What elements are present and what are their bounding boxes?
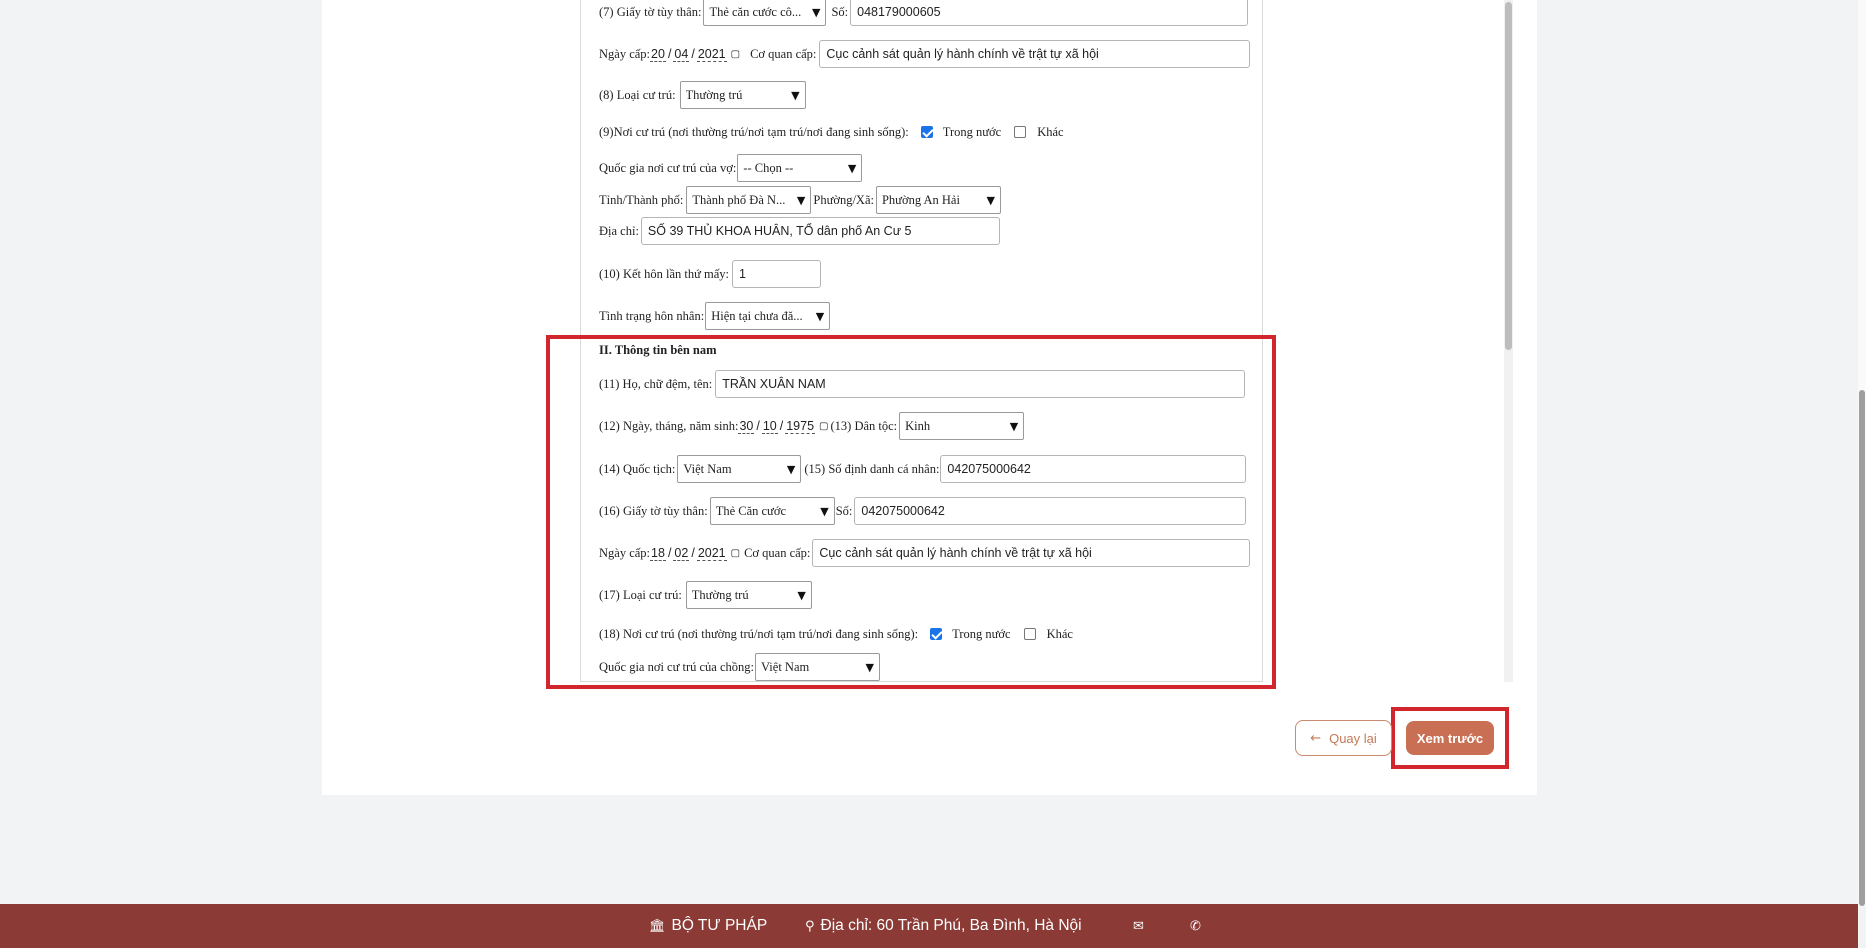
chevron-down-icon: ▼ [811, 6, 821, 19]
preview-button-label: Xem trước [1416, 730, 1484, 746]
wife-country-select[interactable]: -- Chọn -- ▼ [737, 154, 863, 182]
wife-ward-value: Phường An Hải [881, 192, 960, 207]
wife-other-checkbox[interactable] [1014, 126, 1027, 138]
wife-marital-status-value: Hiện tại chưa đă... [711, 308, 803, 323]
wife-id-no-input[interactable]: 048179000605 [850, 0, 1249, 26]
chevron-down-icon: ▼ [815, 310, 825, 323]
footer-address: ⚲ Địa chỉ: 60 Trần Phú, Ba Đình, Hà Nội [805, 904, 1082, 948]
wife-country-label: Quốc gia nơi cư trú của vợ: [599, 160, 737, 175]
back-button-label: Quay lại [1329, 730, 1377, 746]
wife-residence-type-label: (8) Loại cư trú: [599, 87, 676, 102]
wife-address-input[interactable]: SỐ 39 THỦ KHOA HUÂN, TỔ dân phố An Cư 5 [640, 217, 1000, 245]
wife-id-doc-row: (7) Giấy tờ tùy thân: Thẻ căn cước cô...… [599, 0, 1249, 26]
footer-phone[interactable]: ✆ [1190, 904, 1201, 948]
wife-address-label: Địa chỉ: [599, 223, 639, 238]
wife-id-no-label: Số: [831, 4, 849, 19]
chevron-down-icon: ▼ [847, 162, 857, 175]
arrow-left-icon: ← [1310, 730, 1322, 746]
wife-ward-label: Phường/Xã: [813, 192, 874, 207]
wife-marital-status-row: Tình trạng hôn nhân: Hiện tại chưa đă...… [599, 302, 831, 330]
date-year: 2021 [696, 46, 727, 62]
wife-id-doc-select[interactable]: Thẻ căn cước cô... ▼ [703, 0, 827, 26]
footer-mail[interactable]: ✉ [1133, 904, 1144, 948]
footer-address-text: Địa chỉ: 60 Trần Phú, Ba Đình, Hà Nội [820, 917, 1082, 934]
wife-authority-label: Cơ quan cấp: [750, 46, 817, 61]
wife-marriage-no-label: (10) Kết hôn lần thứ mấy: [599, 266, 730, 281]
phone-icon[interactable]: ✆ [1190, 919, 1201, 934]
footer-org: 🏛 BỘ TƯ PHÁP [649, 904, 767, 948]
wife-province-select[interactable]: Thành phố Đà N... ▼ [686, 186, 812, 214]
form-scrollbar[interactable] [1504, 0, 1513, 682]
wife-residence-type-value: Thường trú [685, 87, 743, 102]
wife-residence-type-select[interactable]: Thường trú ▼ [679, 81, 806, 109]
calendar-icon[interactable]: ▢ [731, 49, 740, 60]
chevron-down-icon: ▼ [796, 194, 806, 207]
wife-other-label: Khác [1037, 124, 1064, 139]
wife-province-row: Tỉnh/Thành phố: Thành phố Đà N... ▼ Phườ… [599, 186, 1001, 214]
wife-marriage-no-row: (10) Kết hôn lần thứ mấy: 1 [599, 260, 822, 288]
preview-button[interactable]: Xem trước [1406, 721, 1494, 755]
mail-icon[interactable]: ✉ [1133, 919, 1144, 934]
wife-country-value: -- Chọn -- [743, 160, 794, 175]
chevron-down-icon: ▼ [791, 89, 800, 102]
footer: 🏛 BỘ TƯ PHÁP ⚲ Địa chỉ: 60 Trần Phú, Ba … [0, 904, 1858, 948]
wife-id-doc-label: (7) Giấy tờ tùy thân: [599, 4, 702, 19]
wife-marital-status-select[interactable]: Hiện tại chưa đă... ▼ [705, 302, 831, 330]
wife-residence-place-label: (9)Nơi cư trú (nơi thường trú/nơi tạm tr… [599, 124, 909, 139]
footer-org-name: BỘ TƯ PHÁP [671, 917, 768, 934]
wife-authority-input[interactable]: Cục cảnh sát quản lý hành chính về trật … [819, 40, 1251, 68]
date-month: 04 [673, 46, 690, 62]
wife-issue-date-input[interactable]: 20 / 04 / 2021 ▢ [650, 47, 740, 62]
wife-residence-type-row: (8) Loại cư trú: Thường trú ▼ [599, 81, 806, 109]
wife-issue-row: Ngày cấp: 20 / 04 / 2021 ▢ Cơ quan cấp: … [599, 40, 1251, 68]
wife-address-row: Địa chỉ: SỐ 39 THỦ KHOA HUÂN, TỔ dân phố… [599, 217, 1000, 245]
wife-marital-status-label: Tình trạng hôn nhân: [599, 308, 705, 323]
wife-issue-date-label: Ngày cấp: [599, 46, 651, 61]
wife-domestic-label: Trong nước [942, 124, 1002, 139]
back-button[interactable]: ← Quay lại [1295, 720, 1392, 756]
wife-marriage-no-input[interactable]: 1 [732, 260, 822, 288]
wife-id-doc-value: Thẻ căn cước cô... [709, 4, 802, 19]
wife-country-row: Quốc gia nơi cư trú của vợ: -- Chọn -- ▼ [599, 154, 863, 182]
map-pin-icon: ⚲ [805, 918, 815, 934]
wife-province-label: Tỉnh/Thành phố: [599, 192, 684, 207]
building-icon: 🏛 [649, 918, 666, 934]
date-day: 20 [650, 46, 666, 62]
wife-ward-select[interactable]: Phường An Hải ▼ [875, 186, 1001, 214]
wife-domestic-checkbox[interactable] [920, 126, 933, 138]
wife-residence-place-row: (9)Nơi cư trú (nơi thường trú/nơi tạm tr… [599, 118, 1064, 146]
page-scrollbar-thumb[interactable] [1859, 390, 1865, 906]
husband-section-highlight [546, 335, 1276, 689]
page-scrollbar[interactable] [1858, 0, 1866, 906]
form-scrollbar-thumb[interactable] [1505, 2, 1512, 350]
chevron-down-icon: ▼ [986, 194, 995, 207]
wife-province-value: Thành phố Đà N... [692, 192, 786, 207]
